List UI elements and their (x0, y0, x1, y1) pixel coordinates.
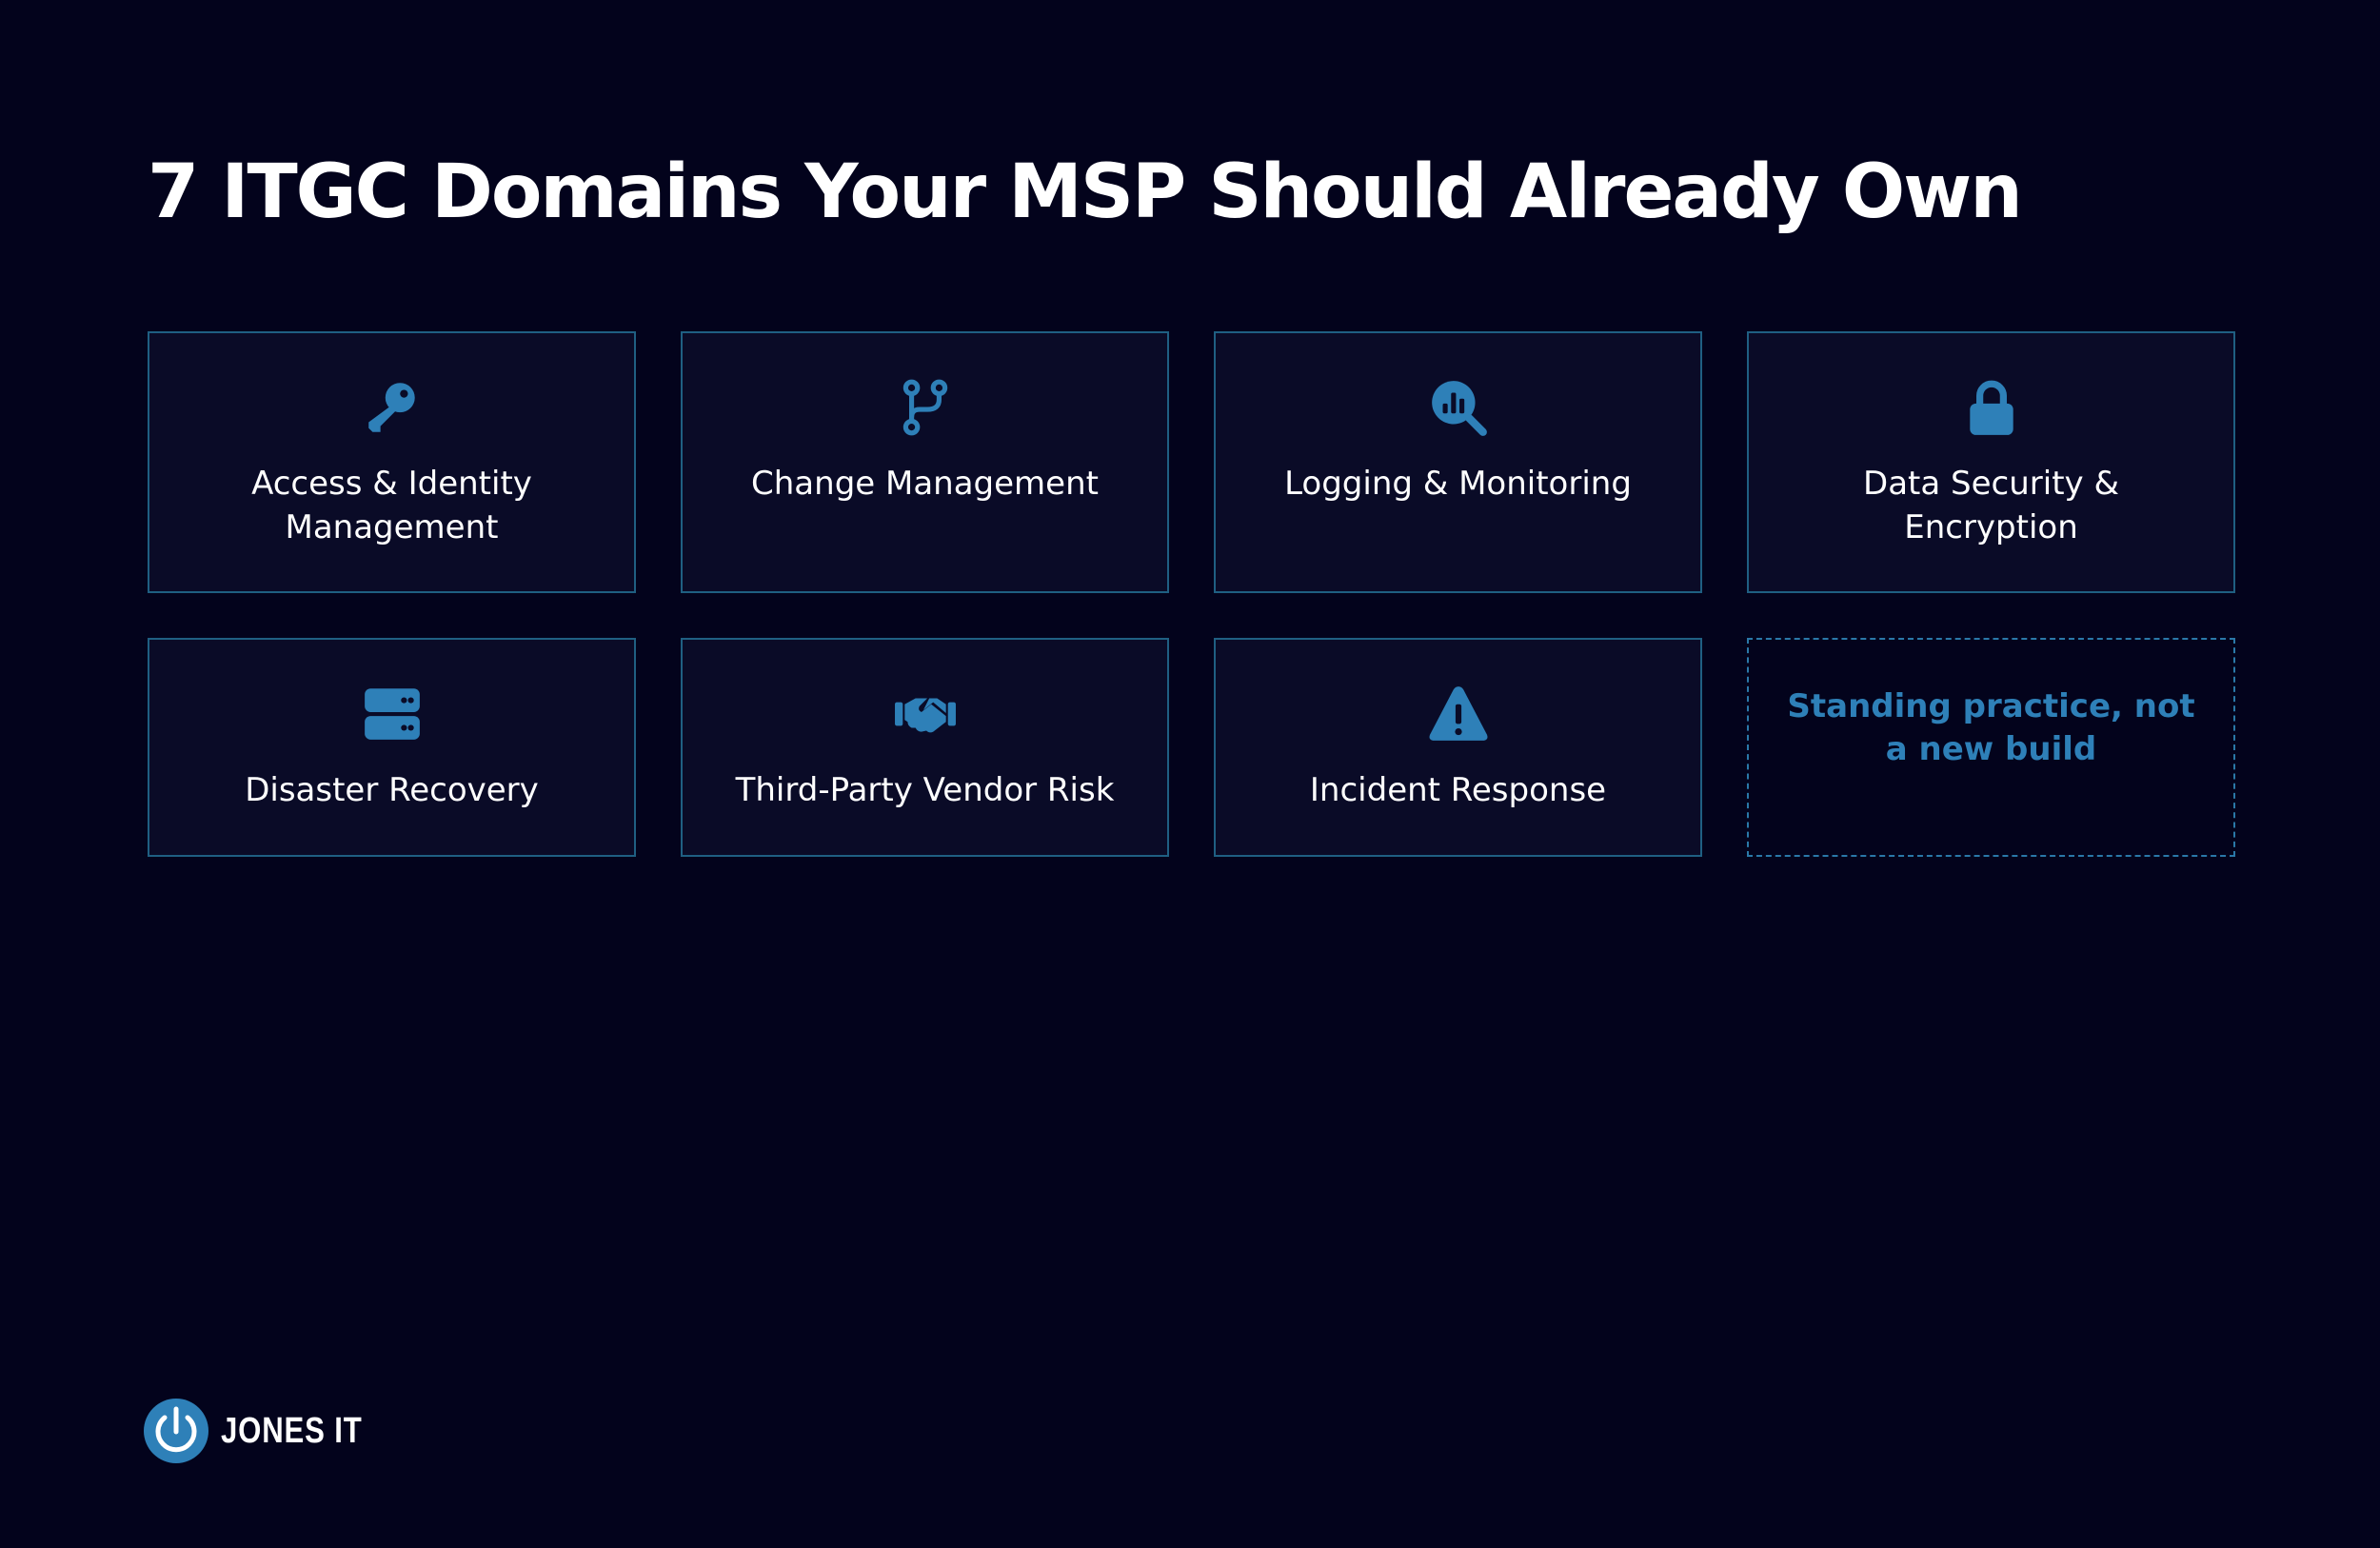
note-text: Standing practice, not a new build (1787, 687, 2195, 768)
domain-card-change-management: Change Management (681, 331, 1169, 593)
domain-label: Disaster Recovery (245, 771, 539, 809)
domain-card-vendor-risk: Third-Party Vendor Risk (681, 638, 1169, 857)
key-icon (361, 376, 424, 439)
domain-label: Third-Party Vendor Risk (735, 771, 1115, 809)
domain-card-incident-response: Incident Response (1214, 638, 1702, 857)
server-icon (361, 683, 424, 745)
handshake-icon (894, 683, 957, 745)
domain-card-logging-monitoring: Logging & Monitoring (1214, 331, 1702, 593)
domains-grid: Access & Identity Management Change Mana… (148, 331, 2236, 857)
domain-card-data-security: Data Security & Encryption (1747, 331, 2235, 593)
domain-label: Data Security & Encryption (1863, 465, 2119, 546)
domain-label: Incident Response (1309, 771, 1607, 809)
note-card: Standing practice, not a new build (1747, 638, 2235, 857)
domain-label: Access & Identity Management (251, 465, 532, 546)
page-title: 7 ITGC Domains Your MSP Should Already O… (148, 149, 2023, 235)
brand-logo: JONES IT (143, 1398, 393, 1464)
brand-name: JONES IT (221, 1410, 363, 1451)
domain-card-access-identity: Access & Identity Management (148, 331, 636, 593)
domain-label: Change Management (751, 465, 1099, 503)
domain-card-disaster-recovery: Disaster Recovery (148, 638, 636, 857)
power-icon (143, 1398, 209, 1464)
warning-triangle-icon (1427, 683, 1490, 745)
code-branch-icon (894, 376, 957, 439)
domain-label: Logging & Monitoring (1284, 465, 1632, 503)
lock-icon (1960, 376, 2023, 439)
magnifying-glass-chart-icon (1427, 376, 1490, 439)
